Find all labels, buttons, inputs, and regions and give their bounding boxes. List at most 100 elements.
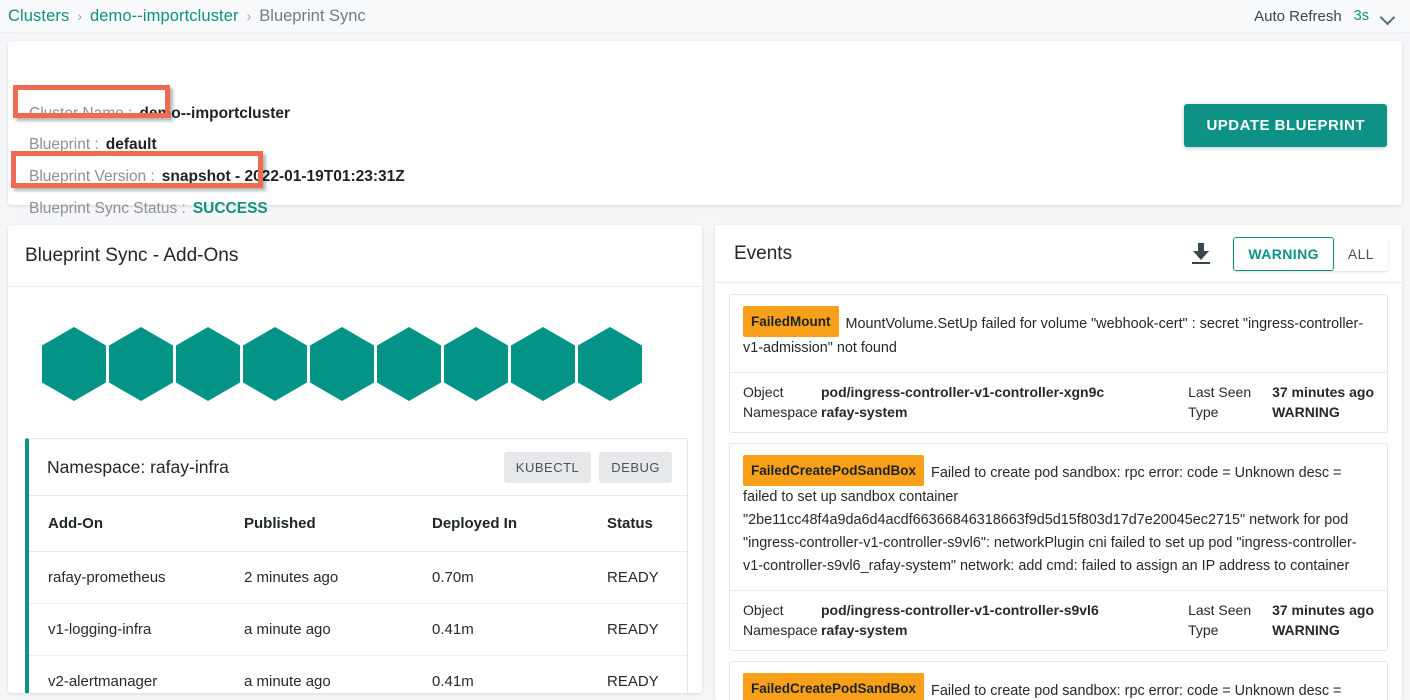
namespace-actions: KUBECTL DEBUG bbox=[503, 451, 672, 483]
chevron-down-icon[interactable] bbox=[1381, 12, 1394, 20]
breadcrumb-item-current: Blueprint Sync bbox=[259, 6, 366, 25]
events-title: Events bbox=[734, 242, 793, 264]
event-meta-left: Object pod/ingress-controller-v1-controll… bbox=[743, 600, 1188, 640]
event-reason-badge: FailedCreatePodSandBox bbox=[743, 455, 925, 486]
namespace-title: Namespace: rafay-infra bbox=[47, 456, 229, 477]
meta-label-namespace: Namespace bbox=[743, 622, 818, 638]
breadcrumb-separator: › bbox=[246, 8, 252, 24]
addon-hexagon[interactable] bbox=[578, 327, 642, 401]
page-title: Blueprint Sync - Add-Ons bbox=[25, 244, 239, 266]
meta-value-namespace: rafay-system bbox=[821, 404, 908, 420]
addon-hexagon[interactable] bbox=[42, 327, 106, 401]
table-row[interactable]: rafay-prometheus 2 minutes ago 0.70m REA… bbox=[29, 551, 687, 604]
addon-hexagon[interactable] bbox=[243, 327, 307, 401]
event-reason-badge: FailedMount bbox=[743, 306, 839, 337]
blueprint-sync-status-label: Blueprint Sync Status : bbox=[29, 200, 186, 217]
breadcrumb-item-cluster[interactable]: demo--importcluster bbox=[90, 7, 239, 26]
cell-deployed-in: 0.70m bbox=[432, 551, 607, 604]
meta-label-object: Object bbox=[743, 602, 784, 618]
addon-hexagon-row bbox=[8, 287, 702, 427]
status-badge: READY bbox=[607, 655, 687, 693]
events-panel-header: Events WARNING ALL bbox=[715, 225, 1402, 283]
table-row[interactable]: v1-logging-infra a minute ago 0.41m READ… bbox=[29, 603, 687, 656]
auto-refresh-label: Auto Refresh bbox=[1254, 7, 1342, 25]
event-message-row: FailedMount MountVolume.SetUp failed for … bbox=[730, 295, 1387, 372]
blueprint-row: Blueprint : default bbox=[29, 136, 157, 154]
top-breadcrumb-bar: Clusters › demo--importcluster › Bluepri… bbox=[0, 0, 1410, 33]
cell-deployed-in: 0.41m bbox=[432, 603, 607, 656]
column-header-addon: Add-On bbox=[29, 496, 244, 552]
column-header-published: Published bbox=[244, 496, 432, 552]
event-reason-badge: FailedCreatePodSandBox bbox=[743, 673, 925, 700]
event-card[interactable]: FailedMount MountVolume.SetUp failed for … bbox=[729, 294, 1388, 433]
meta-value-object: pod/ingress-controller-v1-controller-s9v… bbox=[821, 602, 1099, 618]
meta-label-object: Object bbox=[743, 384, 784, 400]
blueprint-version-row: Blueprint Version : snapshot - 2022-01-1… bbox=[29, 168, 405, 186]
namespace-card-header: Namespace: rafay-infra KUBECTL DEBUG bbox=[29, 439, 687, 496]
cell-deployed-in: 0.41m bbox=[432, 655, 607, 693]
cell-addon: rafay-prometheus bbox=[29, 551, 244, 604]
debug-button[interactable]: DEBUG bbox=[599, 451, 672, 483]
addon-hexagon[interactable] bbox=[377, 327, 441, 401]
blueprint-sync-status-row: Blueprint Sync Status : SUCCESS bbox=[29, 200, 268, 218]
event-meta-right: Last Seen 37 minutes ago Type WARNING bbox=[1188, 600, 1374, 640]
update-blueprint-button[interactable]: UPDATE BLUEPRINT bbox=[1184, 104, 1387, 147]
cluster-summary-card: Cluster Name : demo--importcluster Bluep… bbox=[8, 41, 1402, 217]
meta-label-last-seen: Last Seen bbox=[1188, 602, 1252, 618]
table-header-row: Add-On Published Deployed In Status bbox=[29, 496, 687, 552]
event-card[interactable]: FailedCreatePodSandBox Failed to create p… bbox=[729, 443, 1388, 651]
filter-all-button[interactable]: ALL bbox=[1333, 236, 1388, 271]
status-badge: READY bbox=[607, 603, 687, 656]
meta-value-type: WARNING bbox=[1272, 622, 1340, 638]
table-row[interactable]: v2-alertmanager a minute ago 0.41m READY bbox=[29, 655, 687, 693]
meta-value-namespace: rafay-system bbox=[821, 622, 908, 638]
cluster-name-row: Cluster Name : demo--importcluster bbox=[29, 105, 290, 123]
breadcrumb: Clusters › demo--importcluster › Bluepri… bbox=[0, 7, 366, 26]
addon-hexagon[interactable] bbox=[444, 327, 508, 401]
status-badge: READY bbox=[607, 551, 687, 604]
events-panel: Events WARNING ALL FailedMount MountVolum… bbox=[715, 225, 1402, 700]
column-header-deployed-in: Deployed In bbox=[432, 496, 607, 552]
meta-label-namespace: Namespace bbox=[743, 404, 818, 420]
addon-hexagon[interactable] bbox=[109, 327, 173, 401]
download-icon[interactable] bbox=[1191, 242, 1211, 265]
meta-value-last-seen: 37 minutes ago bbox=[1272, 384, 1374, 400]
event-message-row: FailedCreatePodSandBox Failed to create p… bbox=[730, 662, 1387, 700]
addons-panel-header: Blueprint Sync - Add-Ons bbox=[8, 225, 702, 287]
addons-table: Add-On Published Deployed In Status rafa… bbox=[29, 496, 687, 693]
blueprint-version-label: Blueprint Version : bbox=[29, 168, 155, 185]
addon-hexagon[interactable] bbox=[310, 327, 374, 401]
blueprint-version-value: snapshot - 2022-01-19T01:23:31Z bbox=[161, 168, 405, 185]
breadcrumb-item-clusters[interactable]: Clusters bbox=[8, 7, 69, 26]
events-toolbar: WARNING ALL bbox=[1191, 236, 1388, 271]
cell-published: a minute ago bbox=[244, 603, 432, 656]
meta-label-last-seen: Last Seen bbox=[1188, 384, 1252, 400]
event-meta-right: Last Seen 37 minutes ago Type WARNING bbox=[1188, 382, 1374, 422]
addon-hexagon[interactable] bbox=[511, 327, 575, 401]
events-filter-toggle: WARNING ALL bbox=[1233, 236, 1388, 271]
cell-published: a minute ago bbox=[244, 655, 432, 693]
blueprint-sync-addons-panel: Blueprint Sync - Add-Ons Namespace: rafa… bbox=[8, 225, 702, 693]
auto-refresh-value: 3s bbox=[1353, 8, 1369, 24]
event-meta: Object pod/ingress-controller-v1-controll… bbox=[730, 590, 1387, 650]
events-list: FailedMount MountVolume.SetUp failed for … bbox=[715, 283, 1402, 700]
filter-warning-button[interactable]: WARNING bbox=[1233, 236, 1334, 271]
cell-addon: v2-alertmanager bbox=[29, 655, 244, 693]
breadcrumb-separator: › bbox=[77, 8, 82, 24]
cluster-name-value: demo--importcluster bbox=[139, 105, 291, 122]
event-card[interactable]: FailedCreatePodSandBox Failed to create p… bbox=[729, 661, 1388, 700]
column-header-status: Status bbox=[607, 496, 687, 552]
kubectl-button[interactable]: KUBECTL bbox=[503, 451, 592, 483]
blueprint-sync-status-value: SUCCESS bbox=[192, 200, 268, 217]
addon-hexagon[interactable] bbox=[176, 327, 240, 401]
meta-label-type: Type bbox=[1188, 404, 1219, 420]
cell-published: 2 minutes ago bbox=[244, 551, 432, 604]
event-meta-left: Object pod/ingress-controller-v1-controll… bbox=[743, 382, 1188, 422]
meta-value-last-seen: 37 minutes ago bbox=[1272, 602, 1374, 618]
event-message-row: FailedCreatePodSandBox Failed to create p… bbox=[730, 444, 1387, 590]
auto-refresh-control[interactable]: Auto Refresh 3s bbox=[1254, 8, 1410, 25]
namespace-card: Namespace: rafay-infra KUBECTL DEBUG Add… bbox=[25, 438, 688, 693]
event-meta: Object pod/ingress-controller-v1-controll… bbox=[730, 372, 1387, 432]
meta-value-object: pod/ingress-controller-v1-controller-xgn… bbox=[821, 384, 1105, 400]
blueprint-value: default bbox=[105, 136, 157, 153]
